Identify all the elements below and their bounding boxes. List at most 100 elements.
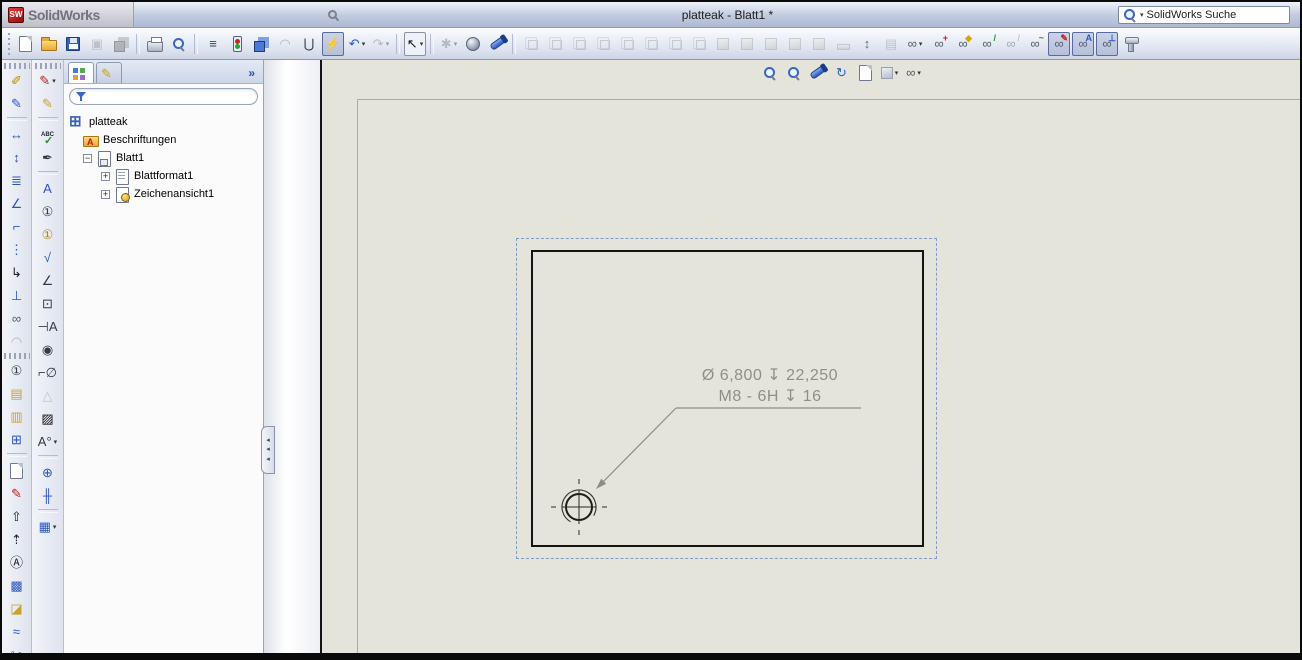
tree-item-platteak[interactable]: platteak xyxy=(66,113,261,131)
hole-callout-icon[interactable]: ⌐∅ ▾ xyxy=(35,361,61,384)
expand-toggle[interactable]: − xyxy=(83,153,92,163)
shaded-cube3-icon[interactable]: ▾ xyxy=(760,32,782,56)
break-view-icon[interactable]: ≈ ▾ xyxy=(4,620,30,643)
arc-tool-icon[interactable]: ◠ ▾ xyxy=(4,330,30,353)
sheared-cube-icon[interactable]: ▾ xyxy=(808,32,830,56)
dropdown-arrow-icon[interactable]: ▾ xyxy=(454,40,458,48)
undo-icon[interactable]: ↶ ▾ xyxy=(346,32,368,56)
hole-callout[interactable]: Ø 6,800 ↧ 22,250 M8 - 6H ↧ 16 xyxy=(674,365,866,407)
panel-collapse-handle[interactable]: ◂ ◂ ◂ xyxy=(261,426,275,474)
area-hatch-icon[interactable]: ▨ ▾ xyxy=(35,407,61,430)
note-icon[interactable]: A ▾ xyxy=(35,177,61,200)
ordinate-set-icon[interactable]: ⋮ ▾ xyxy=(4,238,30,261)
glasses-edge-icon[interactable]: ∞ / ▾ xyxy=(976,32,998,56)
tree-item-blatt1[interactable]: − Blatt1 xyxy=(66,149,261,167)
center-mark-icon[interactable]: ⊕ ▾ xyxy=(35,461,61,484)
glasses-move-icon[interactable]: ∞ + ▾ xyxy=(928,32,950,56)
smart-dimension-icon[interactable]: ✐ ▾ xyxy=(4,69,30,92)
render-sphere-icon[interactable]: ▾ xyxy=(462,32,484,56)
projected-view-icon[interactable]: ⇧ ▾ xyxy=(4,505,30,528)
standard-view-icon[interactable]: ▾ xyxy=(4,459,30,482)
panel-expand-chevron[interactable]: » xyxy=(248,66,259,83)
glasses-annotation-icon[interactable]: ∞ A ▾ xyxy=(1072,31,1094,56)
glasses-edge-gray-icon[interactable]: ∞ / ▾ xyxy=(1000,32,1022,56)
screw-icon[interactable]: ▾ xyxy=(1120,32,1142,56)
attach-dimension-icon[interactable]: ↳ ▾ xyxy=(4,261,30,284)
datum-icon[interactable]: ⊥ ▾ xyxy=(4,284,30,307)
expand-toggle[interactable]: + xyxy=(101,189,110,199)
horizontal-dimension-icon[interactable]: ↔ ▾ xyxy=(4,123,30,146)
separator[interactable]: ▾ xyxy=(136,33,140,54)
separator[interactable]: ▾ xyxy=(396,33,400,54)
print-icon[interactable]: ▾ xyxy=(144,32,166,56)
tree-item-beschriftungen[interactable]: Beschriftungen xyxy=(66,131,261,149)
view-right-icon[interactable]: ▾ xyxy=(592,32,614,56)
separator[interactable]: ▾ xyxy=(37,117,58,121)
tree-filter-input[interactable] xyxy=(90,90,251,103)
glasses-origin-icon[interactable]: ∞ ⊥ ▾ xyxy=(1096,31,1118,56)
updown-arrow-icon[interactable]: ↕ ▾ xyxy=(856,32,878,56)
flashlight-icon[interactable]: ▾ xyxy=(486,32,508,56)
save-icon[interactable]: ▾ xyxy=(62,32,84,56)
separator[interactable]: ▾ xyxy=(37,171,58,175)
dropdown-arrow-icon[interactable]: ▾ xyxy=(52,77,56,85)
dropdown-arrow-icon[interactable]: ▾ xyxy=(362,40,366,48)
separator[interactable]: ▾ xyxy=(6,117,27,121)
tab-featuremanager[interactable] xyxy=(68,62,94,83)
shaded-cube2-icon[interactable]: ▾ xyxy=(736,32,758,56)
spell-pencil-icon[interactable]: ✎ ▾ xyxy=(35,92,61,115)
traffic-light-icon[interactable]: ▾ xyxy=(226,32,248,56)
balloon-icon[interactable]: ① ▾ xyxy=(35,200,61,223)
new-sheet-format-icon[interactable]: ▥ ▾ xyxy=(4,405,30,428)
view-iso-icon[interactable]: ▾ xyxy=(664,32,686,56)
flat-cube-icon[interactable]: ▾ xyxy=(832,32,854,56)
crop-view-icon[interactable]: ✂ ▾ xyxy=(4,643,30,653)
dropdown-arrow-icon[interactable]: ▾ xyxy=(420,40,424,48)
tab-propertymanager[interactable] xyxy=(96,62,122,83)
view-top-icon[interactable]: ▾ xyxy=(616,32,638,56)
spellcheck-icon[interactable]: ABC ▾ xyxy=(35,123,61,147)
dropdown-arrow-icon[interactable]: ▾ xyxy=(53,523,57,531)
centerline-icon[interactable]: ╫ ▾ xyxy=(35,484,61,507)
shaded-cube4-icon[interactable]: ▾ xyxy=(784,32,806,56)
weld-symbol-icon[interactable]: ∠ ▾ xyxy=(35,269,61,292)
view-trimetric-icon[interactable]: ▾ xyxy=(688,32,710,56)
datum-feature-icon[interactable]: ⊣A ▾ xyxy=(35,315,61,338)
vertical-dimension-icon[interactable]: ↕ ▾ xyxy=(4,146,30,169)
pack-and-go-icon[interactable]: ▾ xyxy=(110,32,132,56)
view-left-icon[interactable]: ▾ xyxy=(568,32,590,56)
auxiliary-view-icon[interactable]: ⇡ ▾ xyxy=(4,528,30,551)
chamfer-dimension-icon[interactable]: ⌐ ▾ xyxy=(4,215,30,238)
view-front-icon[interactable]: ▾ xyxy=(520,32,542,56)
tables-icon[interactable]: ▦ ▾ xyxy=(35,515,61,538)
clamp-icon[interactable]: ⋃ ▾ xyxy=(298,32,320,56)
viewport-icon[interactable]: ⊞ ▾ xyxy=(4,428,30,451)
gear-icon[interactable]: ✱ ▾ xyxy=(438,32,460,56)
rebuild-icon[interactable]: ▾ xyxy=(250,32,272,56)
view-back-icon[interactable]: ▾ xyxy=(544,32,566,56)
autoballoon-icon[interactable]: ① ▾ xyxy=(35,223,61,246)
dimension-pencil-icon[interactable]: ✎ ▾ xyxy=(4,92,30,115)
ordinate-dimension-icon[interactable]: ∠ ▾ xyxy=(4,192,30,215)
tree-item-zeichenansicht1[interactable]: + Zeichenansicht1 xyxy=(66,185,261,203)
dropdown-arrow-icon[interactable]: ▾ xyxy=(386,40,390,48)
hide-show-icon[interactable]: ∞ ▾ xyxy=(4,307,30,330)
model-lightning-icon[interactable]: ⚡ ▾ xyxy=(322,31,344,56)
broken-out-section-icon[interactable]: ▩ ▾ xyxy=(4,574,30,597)
magnifier-one-icon[interactable]: ① ▾ xyxy=(4,359,30,382)
revision-symbol-icon[interactable]: △ ▾ xyxy=(35,384,61,407)
hole-callout-box-icon[interactable]: ⊡ ▾ xyxy=(35,292,61,315)
separator[interactable]: ▾ xyxy=(37,509,58,513)
print-preview-icon[interactable]: ▾ xyxy=(168,32,190,56)
display-glasses-icon[interactable]: ∞ ▾ xyxy=(904,32,926,56)
surface-finish-icon[interactable]: √ ▾ xyxy=(35,246,61,269)
sketch-arc-icon[interactable]: ◠ ▾ xyxy=(274,32,296,56)
dropdown-arrow-icon[interactable]: ▾ xyxy=(919,40,923,48)
datum-target-icon[interactable]: ◉ ▾ xyxy=(35,338,61,361)
view-bottom-icon[interactable]: ▾ xyxy=(640,32,662,56)
book-icon[interactable]: ▤ ▾ xyxy=(880,32,902,56)
glasses-curve-icon[interactable]: ∞ ~ ▾ xyxy=(1024,32,1046,56)
new-document-icon[interactable]: ▾ xyxy=(14,32,36,56)
glasses-sketch-icon[interactable]: ∞ ✎ ▾ xyxy=(1048,31,1070,56)
dropdown-arrow-icon[interactable]: ▾ xyxy=(54,438,58,446)
